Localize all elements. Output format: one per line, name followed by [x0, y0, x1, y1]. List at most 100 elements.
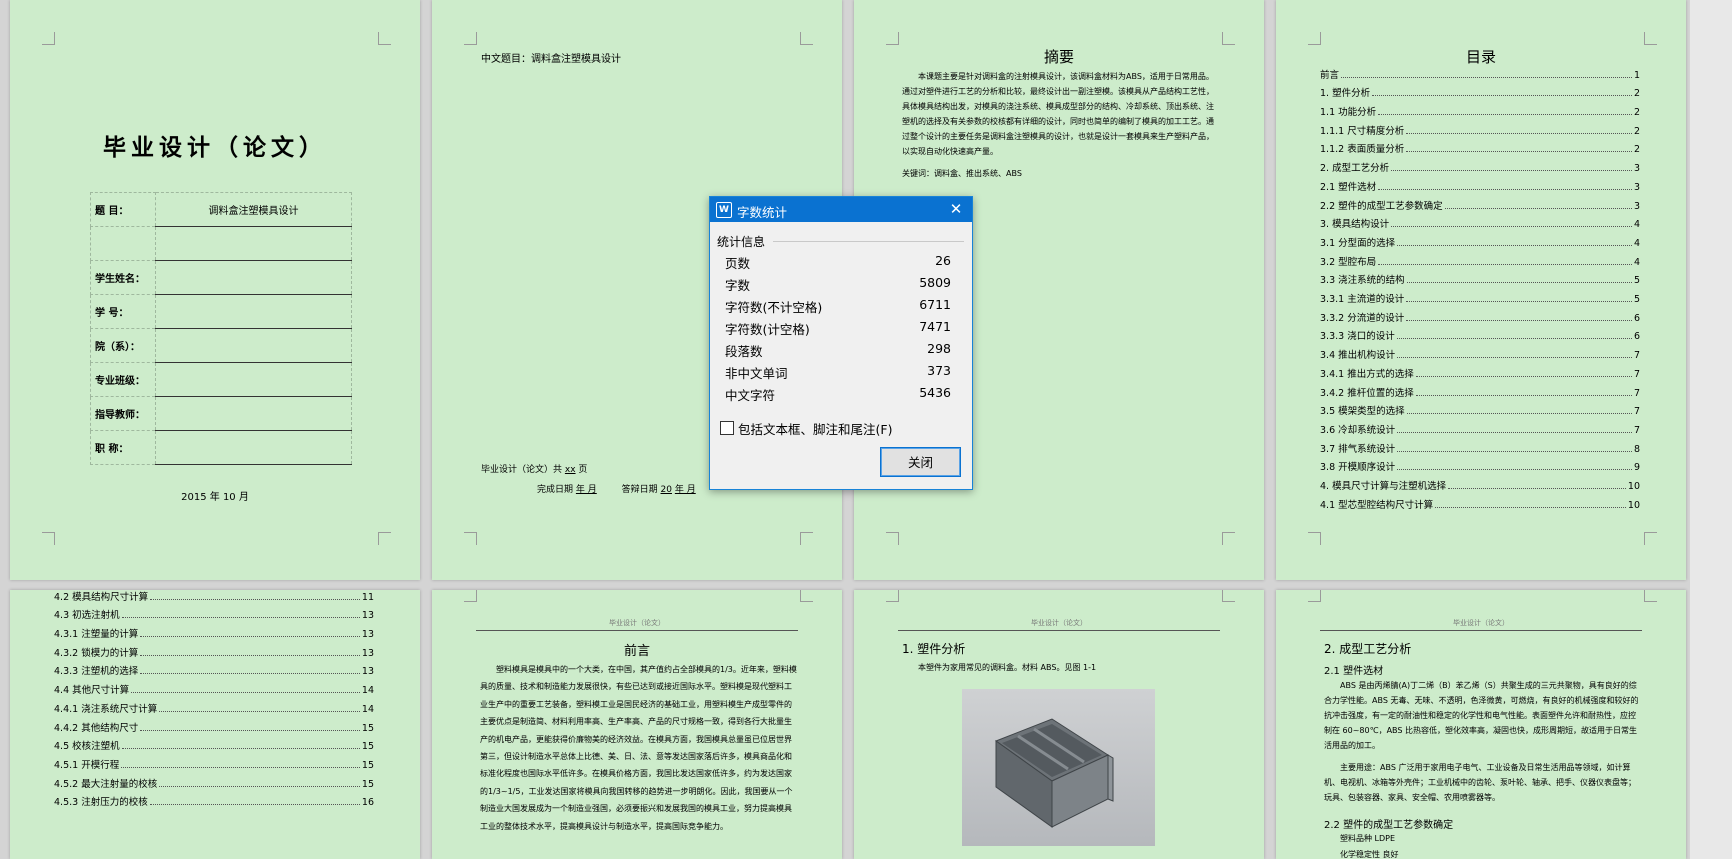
toc-entry-page: 15	[361, 741, 374, 753]
toc-entry-page: 2	[1633, 107, 1640, 119]
toc-entry-title: 4.4.1 浇注系统尺寸计算	[54, 703, 158, 715]
dialog-title-bar[interactable]: W 字数统计 ✕	[710, 197, 972, 222]
toc-entry[interactable]: 1.1 功能分析 2	[1320, 99, 1640, 118]
stat-value: 373	[927, 363, 951, 378]
toc-entry[interactable]: 3.6 冷却系统设计 7	[1320, 417, 1640, 436]
part2-title: 2. 成型工艺分析	[1324, 642, 1412, 656]
stat-label: 中文字符	[725, 388, 776, 403]
preface-title: 前言	[623, 644, 650, 659]
part1-line: 本塑件为家用常见的调料盒。材料 ABS。见图 1-1	[918, 663, 1097, 672]
toc-entry[interactable]: 4.5.2 最大注射量的校核 15	[54, 771, 374, 790]
stat-label: 页数	[725, 256, 751, 271]
toc-dot-leader	[1372, 95, 1632, 97]
toc-entry[interactable]: 2.2 塑件的成型工艺参数确定 3	[1320, 193, 1640, 212]
toc-dot-leader	[1378, 114, 1632, 116]
toc-entry[interactable]: 4.2 模具结构尺寸计算 11	[54, 590, 374, 603]
scrollbar[interactable]	[1690, 0, 1732, 859]
toc-dot-leader	[1415, 375, 1632, 377]
crop-mark	[1308, 32, 1321, 45]
toc-entry[interactable]: 1.1.1 尺寸精度分析 2	[1320, 118, 1640, 137]
toc-entry[interactable]: 3.1 分型面的选择 4	[1320, 230, 1640, 249]
toc-entry[interactable]: 3. 模具结构设计 4	[1320, 212, 1640, 231]
toc-entry-page: 2	[1633, 125, 1640, 137]
toc-dot-leader	[131, 692, 360, 694]
toc-entry-page: 4	[1633, 219, 1640, 231]
total-prefix: 毕业设计（论文）共	[481, 465, 563, 475]
toc-entry-page: 5	[1633, 275, 1640, 287]
toc-entry-title: 3.3.2 分流道的设计	[1320, 312, 1405, 324]
toc-entry-page: 15	[361, 722, 374, 734]
word-app-icon: W	[716, 202, 732, 218]
toc-entry-page: 16	[361, 797, 374, 809]
toc-entry[interactable]: 1.1.2 表面质量分析 2	[1320, 137, 1640, 155]
toc-dot-leader	[1406, 319, 1632, 321]
cover-value	[155, 328, 352, 363]
cover-label: 学 号：	[90, 294, 156, 329]
toc-entry[interactable]: 3.8 开模顺序设计 9	[1320, 455, 1640, 474]
close-button[interactable]: 关闭	[880, 447, 961, 477]
cover-label: 专业班级：	[90, 362, 156, 397]
toc-entry[interactable]: 4.5.3 注射压力的校核 16	[54, 790, 374, 809]
toc-dot-leader	[1444, 207, 1632, 209]
toc-entry[interactable]: 3.4.2 推杆位置的选择 7	[1320, 380, 1640, 399]
cover-label: 职 称：	[90, 430, 156, 465]
toc-entry[interactable]: 4.3.3 注塑机的选择 13	[54, 659, 374, 678]
toc-entry[interactable]: 4.3.2 锁模力的计算 13	[54, 640, 374, 659]
toc-entry-title: 2.1 塑件选材	[1320, 181, 1377, 193]
toc-dot-leader	[1415, 394, 1632, 396]
toc-entry[interactable]: 2.1 塑件选材 3	[1320, 174, 1640, 193]
crop-mark	[464, 32, 477, 45]
close-icon[interactable]: ✕	[940, 197, 972, 222]
crop-mark	[800, 590, 813, 602]
crop-mark	[42, 32, 55, 45]
toc-entry[interactable]: 4.1 型芯型腔结构尺寸计算 10	[1320, 492, 1640, 511]
toc-entry[interactable]: 4.4.2 其他结构尺寸 15	[54, 715, 374, 734]
toc-entry-title: 4.4 其他尺寸计算	[54, 685, 130, 697]
part2-sub1: 2.1 塑件选材	[1324, 666, 1384, 677]
crop-mark	[1644, 32, 1657, 45]
total-blank: xx	[564, 465, 576, 475]
cover-date: 2015 年 10 月	[181, 492, 249, 503]
toc-entry[interactable]: 4.4.1 浇注系统尺寸计算 14	[54, 696, 374, 715]
toc-entry[interactable]: 3.4.1 推出方式的选择 7	[1320, 361, 1640, 380]
toc-entry[interactable]: 3.5 模架类型的选择 7	[1320, 399, 1640, 417]
toc-dot-leader	[1391, 226, 1632, 228]
stat-label: 段落数	[725, 344, 763, 359]
toc-entry[interactable]: 3.4 推出机构设计 7	[1320, 343, 1640, 361]
toc-entry-title: 3.6 冷却系统设计	[1320, 424, 1396, 436]
include-textboxes-label[interactable]: 包括文本框、脚注和尾注(F)	[738, 419, 892, 438]
toc-entry[interactable]: 3.3.3 浇口的设计 6	[1320, 324, 1640, 343]
toc-entry[interactable]: 4.5.1 开模行程 15	[54, 752, 374, 771]
toc-entry[interactable]: 3.2 型腔布局 4	[1320, 249, 1640, 268]
toc-entry[interactable]: 4. 模具尺寸计算与注塑机选择 10	[1320, 473, 1640, 492]
toc-entry[interactable]: 1. 塑件分析 2	[1320, 81, 1640, 99]
toc-entry[interactable]: 4.5 校核注塑机 15	[54, 734, 374, 753]
page-cover: 毕业设计（论文） 题 目： 调料盒注塑模具设计 学生姓名： 学 号： 院（系）： …	[10, 0, 420, 580]
toc-entry-title: 3.3.1 主流道的设计	[1320, 294, 1405, 306]
toc-entry[interactable]: 3.3.1 主流道的设计 5	[1320, 286, 1640, 305]
toc-entry[interactable]: 4.4 其他尺寸计算 14	[54, 678, 374, 697]
toc-entry-page: 3	[1633, 200, 1640, 212]
toc-entry-page: 7	[1633, 368, 1640, 380]
toc-dot-leader	[1406, 282, 1632, 284]
toc-entry[interactable]: 3.7 排气系统设计 8	[1320, 436, 1640, 455]
toc-entry-page: 3	[1633, 181, 1640, 193]
crop-mark	[1644, 590, 1657, 602]
page-preface: 毕业设计（论文） 前言 塑料模具是模具中的一个大类，在中国，其产值约占全部模具的…	[432, 590, 842, 859]
include-textboxes-checkbox[interactable]	[720, 421, 734, 435]
toc-entry[interactable]: 3.3 浇注系统的结构 5	[1320, 268, 1640, 287]
crop-mark	[42, 532, 55, 545]
stat-value: 6711	[919, 297, 951, 312]
complete-month: 年 月	[575, 485, 597, 495]
toc-entry-page: 9	[1633, 462, 1640, 474]
toc-entry[interactable]: 4.3 初选注射机 13	[54, 603, 374, 621]
toc-entry[interactable]: 2. 成型工艺分析 3	[1320, 156, 1640, 174]
toc-dot-leader	[159, 710, 360, 712]
toc-entry-title: 3.3.3 浇口的设计	[1320, 331, 1395, 343]
toc-entry-page: 14	[361, 685, 374, 697]
cover-value	[155, 260, 352, 295]
toc-entry[interactable]: 4.3.1 注塑量的计算 13	[54, 621, 374, 640]
toc-entry-page: 13	[361, 666, 374, 678]
toc-entry[interactable]: 3.3.2 分流道的设计 6	[1320, 305, 1640, 324]
toc-entry[interactable]: 前言 1	[1320, 62, 1640, 81]
